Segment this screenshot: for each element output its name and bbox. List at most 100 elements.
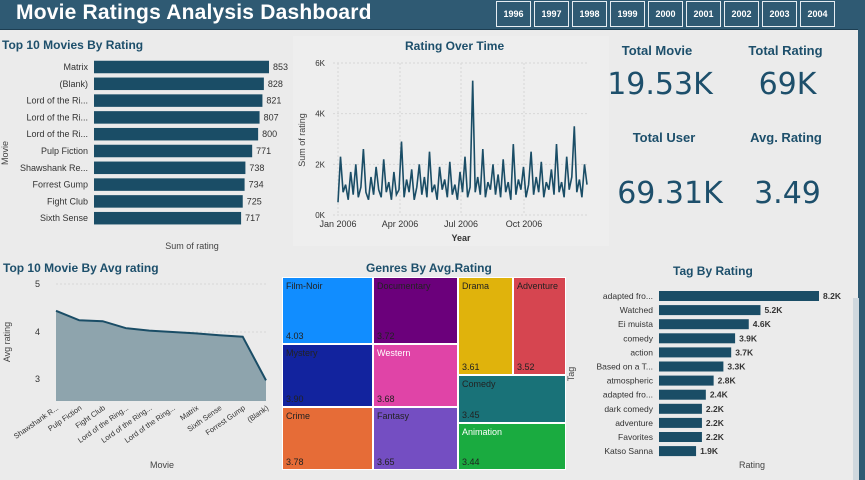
treemap-cell-label: Documentary	[377, 281, 431, 291]
dashboard-title: Movie Ratings Analysis Dashboard	[16, 1, 372, 24]
bar-label: Shawshank Re...	[20, 163, 88, 173]
kpi-total-movie-label: Total Movie	[621, 43, 693, 58]
bar[interactable]	[94, 77, 264, 91]
data-label: 2.2K	[706, 418, 725, 428]
bar-label: Lord of the Ri...	[26, 112, 88, 122]
data-label: 717	[245, 213, 260, 223]
bar[interactable]	[659, 389, 706, 400]
treemap-cell-label: Mystery	[286, 348, 318, 358]
rating-over-time-title: Rating Over Time	[405, 39, 505, 53]
bar[interactable]	[94, 111, 260, 124]
kpi-avg-rating-value: 3.49	[754, 176, 821, 211]
data-label: 1.9K	[700, 446, 719, 456]
bar[interactable]	[94, 60, 269, 74]
y-axis-title: Tag	[566, 367, 576, 382]
treemap-cell-value: 3.61	[462, 362, 480, 372]
treemap-cell[interactable]: Drama 3.61	[458, 277, 513, 375]
treemap-cell-label: Western	[377, 348, 411, 358]
treemap-cell[interactable]: Western 3.68	[373, 344, 458, 407]
bar[interactable]	[94, 211, 242, 225]
year-button-2004[interactable]: 2004	[800, 1, 835, 27]
year-button-2002[interactable]: 2002	[724, 1, 759, 27]
bar[interactable]	[659, 417, 702, 428]
bar[interactable]	[659, 403, 702, 414]
y-tick-label: 3	[35, 374, 40, 384]
treemap-cell-value: 3.44	[462, 457, 480, 467]
top10-avg-title: Top 10 Movie By Avg rating	[3, 261, 159, 275]
year-button-1998[interactable]: 1998	[572, 1, 607, 27]
year-button-1999[interactable]: 1999	[610, 1, 645, 27]
treemap-cell[interactable]: Crime 3.78	[282, 407, 373, 470]
bar-label: Pulp Fiction	[41, 146, 88, 156]
bar[interactable]	[659, 347, 732, 358]
bar-label: Katso Sanna	[604, 446, 653, 456]
bar[interactable]	[94, 161, 246, 175]
year-button-1997[interactable]: 1997	[534, 1, 569, 27]
bar[interactable]	[659, 361, 724, 372]
year-button-2000[interactable]: 2000	[648, 1, 683, 27]
bar[interactable]	[659, 375, 714, 386]
area-fill	[56, 310, 266, 401]
rating-over-time-chart: 0K2K4K6KJan 2006 Apr 2006 Jul 2006 Oct 2006…	[297, 59, 589, 243]
data-label: 828	[268, 79, 283, 89]
treemap-cell-label: Drama	[462, 281, 490, 291]
y-tick-label: 6K	[315, 59, 325, 68]
treemap-cell[interactable]: Documentary 3.72	[373, 277, 458, 344]
tags-chart: adapted fro... 8.2K Watched 5.2K Ei muista 4.…	[566, 291, 842, 470]
bar-label: adapted fro...	[603, 390, 653, 400]
treemap-cell-label: Fantasy	[377, 411, 410, 421]
bar[interactable]	[94, 144, 253, 158]
data-label: 800	[262, 129, 277, 139]
data-label: 3.9K	[739, 333, 758, 343]
x-tick-label: Jul 2006	[444, 219, 478, 229]
data-label: 2.2K	[706, 404, 725, 414]
treemap-cell[interactable]: Animation 3.44	[458, 423, 566, 470]
bar[interactable]	[659, 446, 697, 457]
treemap-cell-label: Comedy	[462, 379, 496, 389]
bar-label: (Blank)	[59, 79, 88, 89]
top10-rating-title: Top 10 Movies By Rating	[2, 38, 144, 52]
treemap-cell[interactable]: Fantasy 3.65	[373, 407, 458, 470]
x-axis-title: Movie	[150, 460, 174, 470]
x-tick-label: (Blank)	[246, 403, 271, 424]
y-tick-label: 4K	[315, 110, 325, 119]
bar[interactable]	[659, 319, 749, 330]
treemap-cell[interactable]: Film-Noir 4.03	[282, 277, 373, 344]
year-button-1996[interactable]: 1996	[496, 1, 531, 27]
bar-label: Lord of the Ri...	[26, 96, 88, 106]
treemap-cell[interactable]: Mystery 3.90	[282, 344, 373, 407]
year-button-2003[interactable]: 2003	[762, 1, 797, 27]
y-axis-title: Movie	[0, 141, 10, 165]
x-tick-label: Jan 2006	[319, 219, 356, 229]
bar[interactable]	[94, 94, 263, 107]
data-label: 738	[249, 163, 264, 173]
bar[interactable]	[94, 195, 243, 208]
bar[interactable]	[659, 305, 761, 316]
bar-label: dark comedy	[604, 404, 653, 414]
year-button-2001[interactable]: 2001	[686, 1, 721, 27]
data-label: 3.7K	[735, 347, 754, 357]
treemap-cell-value: 4.03	[286, 331, 304, 341]
data-label: 725	[247, 196, 262, 206]
treemap-cell[interactable]: Comedy 3.45	[458, 375, 566, 423]
series-line[interactable]	[337, 80, 588, 203]
kpi-total-user-label: Total User	[632, 130, 696, 145]
bar-label: Watched	[620, 305, 654, 315]
bar-label: comedy	[623, 333, 654, 343]
bar[interactable]	[94, 127, 259, 141]
data-label: 807	[264, 112, 279, 122]
treemap-cell-label: Film-Noir	[286, 281, 323, 291]
bar-label: adapted fro...	[603, 291, 653, 301]
top10-rating-chart: Matrix 853 (Blank) 828 Lord of the Ri... 821 L…	[0, 60, 288, 251]
data-label: 3.3K	[727, 362, 746, 372]
y-axis-title: Sum of rating	[297, 113, 307, 167]
bar[interactable]	[94, 178, 245, 191]
treemap-cell[interactable]: Adventure 3.52	[513, 277, 566, 375]
data-label: 2.4K	[710, 390, 729, 400]
bar[interactable]	[659, 333, 736, 344]
bar[interactable]	[659, 432, 702, 442]
treemap-cell-value: 3.90	[286, 394, 304, 404]
x-tick-label: Apr 2006	[382, 219, 419, 229]
bar[interactable]	[659, 291, 819, 301]
dashboard: Movie Ratings Analysis Dashboard 1996 199…	[0, 0, 865, 480]
